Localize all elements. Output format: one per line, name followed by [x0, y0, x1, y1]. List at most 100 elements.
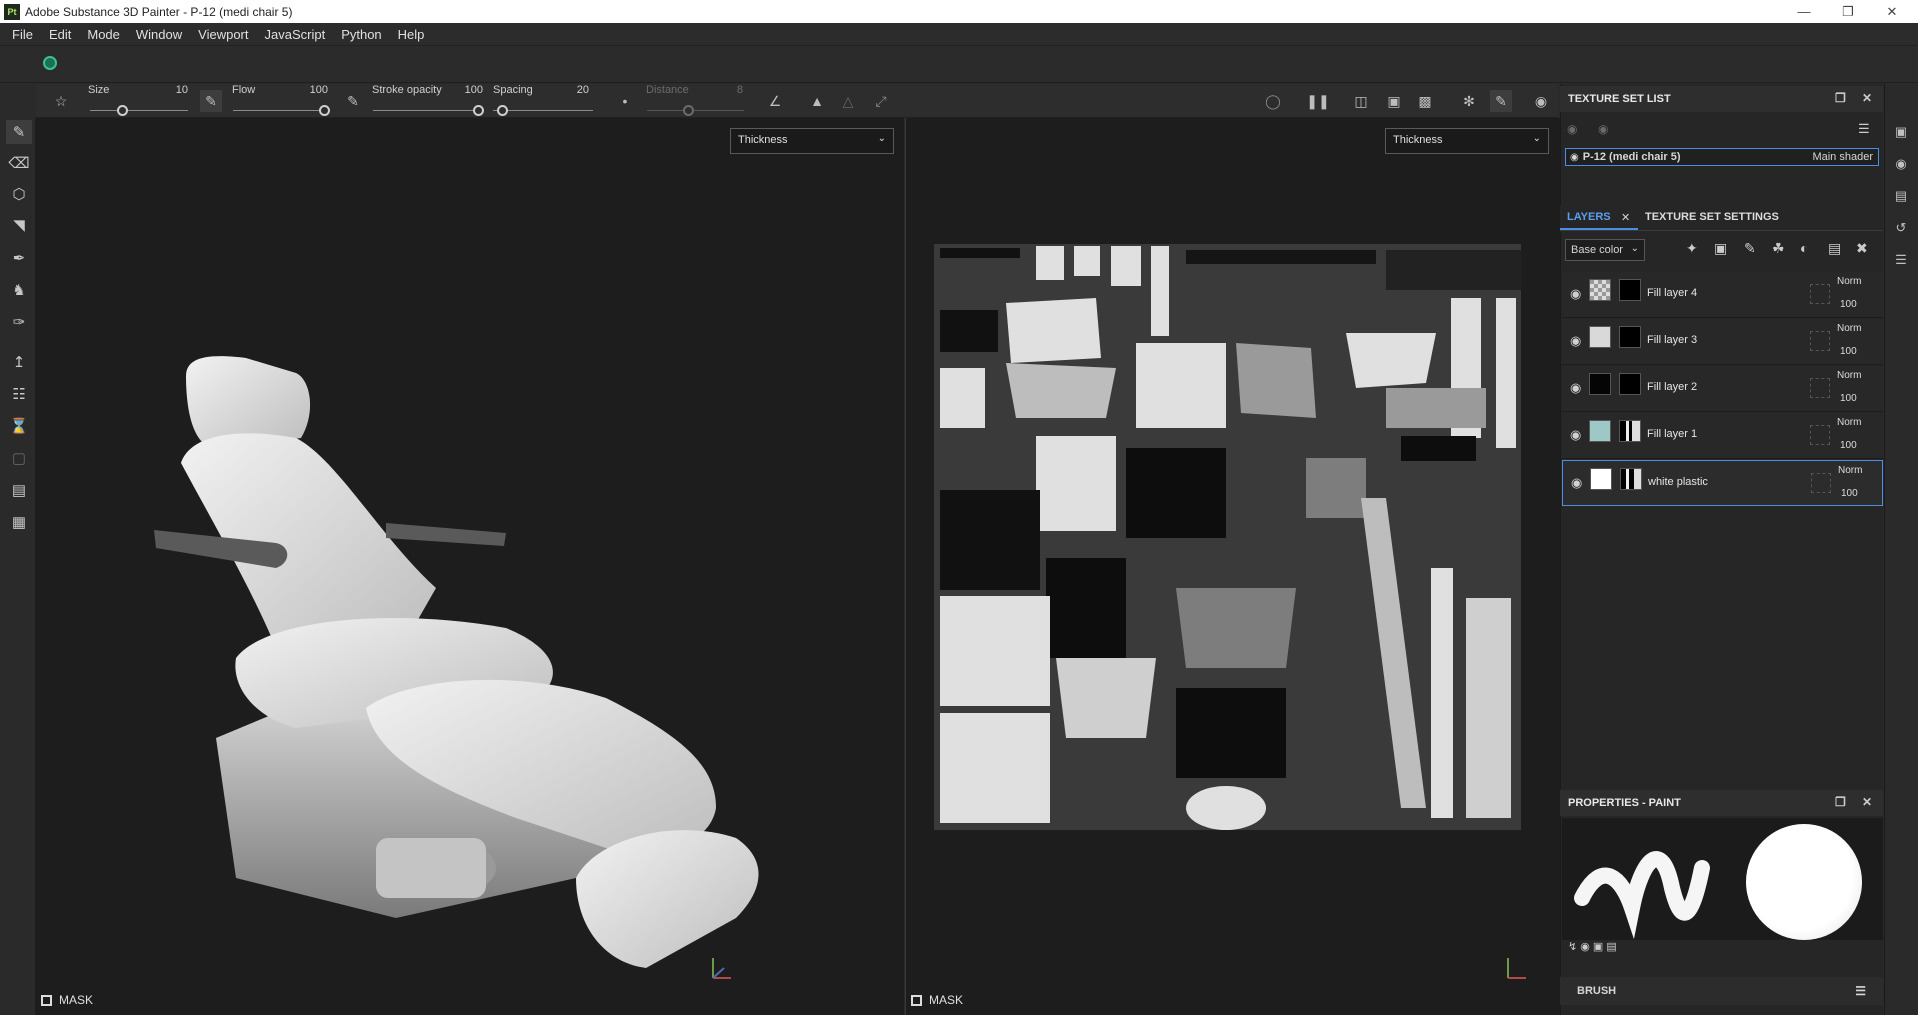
layer-row[interactable]: ◉ Fill layer 2 Norm 100 [1562, 366, 1883, 412]
brush-param-icon[interactable]: ↯ ◉ ▣ ▤ [1568, 940, 1617, 953]
flow-slider-handle[interactable] [319, 105, 330, 116]
tab-texture-set-settings[interactable]: TEXTURE SET SETTINGS [1645, 211, 1779, 223]
display-mode-icon[interactable]: ▣ [1383, 90, 1405, 112]
export-icon[interactable]: ↥ [6, 350, 32, 374]
undock-icon[interactable]: ❐ [1835, 795, 1846, 809]
screenshot-tool-icon[interactable]: ▤ [6, 478, 32, 502]
brush-menu-icon[interactable]: ☰ [1855, 984, 1866, 998]
menu-edit[interactable]: Edit [41, 27, 79, 42]
visibility-eye-icon[interactable]: ◉ [1571, 475, 1582, 491]
flow-value[interactable]: 100 [298, 84, 328, 96]
blend-mode[interactable]: Norm [1837, 323, 1861, 334]
log-icon[interactable]: ☰ [1890, 249, 1912, 271]
spacing-slider[interactable] [493, 110, 593, 111]
add-effect-icon[interactable]: ✦ [1686, 240, 1698, 257]
minimize-button[interactable]: — [1784, 0, 1824, 23]
menu-help[interactable]: Help [390, 27, 433, 42]
layer-row[interactable]: ◉ Fill layer 3 Norm 100 [1562, 319, 1883, 365]
stroke-opacity-slider-handle[interactable] [473, 105, 484, 116]
eraser-tool-icon[interactable]: ⌫ [6, 151, 32, 175]
visibility-eye-icon[interactable]: ◉ [1570, 380, 1581, 396]
pen-pressure-flow-icon[interactable]: ✎ [342, 90, 364, 112]
visibility-eye-icon[interactable]: ◉ [1570, 286, 1581, 302]
layer-row[interactable]: ◉ Fill layer 1 Norm 100 [1562, 413, 1883, 459]
stroke-opacity-slider[interactable] [373, 110, 483, 111]
history-icon[interactable]: ↺ [1890, 217, 1912, 239]
visibility-eye-icon[interactable]: ◉ [1570, 427, 1581, 443]
light-icon[interactable]: ✻ [1458, 90, 1480, 112]
line-tool-icon[interactable]: ∠ [764, 90, 786, 112]
mask-checkbox-2d[interactable] [911, 994, 922, 1006]
layer-opacity[interactable]: 100 [1840, 440, 1857, 451]
add-smart-material-icon[interactable]: ◐ [1800, 240, 1808, 256]
mask-toggle-3d[interactable]: MASK [41, 993, 93, 1007]
spacing-value[interactable]: 20 [559, 84, 589, 96]
undock-icon[interactable]: ❐ [1835, 91, 1846, 105]
smudge-tool-icon[interactable]: ✒ [6, 246, 32, 270]
shader-settings-icon[interactable]: ◉ [1890, 153, 1912, 175]
menu-python[interactable]: Python [333, 27, 389, 42]
layer-opacity[interactable]: 100 [1840, 346, 1857, 357]
pause-icon[interactable]: ❚❚ [1306, 90, 1329, 112]
stroke-opacity-value[interactable]: 100 [453, 84, 483, 96]
pen-pressure-size-icon[interactable]: ✎ [200, 90, 222, 112]
size-slider-handle[interactable] [117, 105, 128, 116]
symmetry-toggle-icon[interactable]: △ [837, 90, 859, 112]
restore-button[interactable]: ❐ [1828, 0, 1868, 23]
flow-slider[interactable] [233, 110, 325, 111]
hide-all-icon[interactable]: ◉ [1567, 122, 1577, 136]
uv-tool-icon[interactable]: ▦ [6, 510, 32, 534]
panel-close-icon[interactable]: ✕ [1862, 795, 1872, 809]
split-view-icon[interactable]: ◫ [1350, 90, 1372, 112]
texture-set-shader[interactable]: Main shader [1812, 151, 1873, 163]
menu-file[interactable]: File [4, 27, 41, 42]
assets-icon[interactable]: ▤ [1890, 185, 1912, 207]
spacing-slider-handle[interactable] [497, 105, 508, 116]
size-value[interactable]: 10 [158, 84, 188, 96]
visibility-eye-icon[interactable]: ◉ [1570, 152, 1579, 163]
sync-status-icon[interactable] [43, 56, 57, 70]
visibility-eye-icon[interactable]: ◉ [1570, 333, 1581, 349]
display-settings-icon[interactable]: ▣ [1890, 121, 1912, 143]
lazy-mouse-icon[interactable]: • [614, 90, 636, 112]
add-paint-layer-icon[interactable]: ✎ [1744, 240, 1756, 257]
transform-icon[interactable]: ⤢ [870, 90, 892, 112]
texture-set-item[interactable]: ◉ P-12 (medi chair 5) Main shader [1565, 148, 1879, 166]
menu-mode[interactable]: Mode [79, 27, 128, 42]
tab-layers[interactable]: LAYERS [1567, 211, 1611, 223]
size-slider[interactable] [90, 110, 188, 111]
screenshot-icon[interactable]: ◉ [1530, 90, 1552, 112]
viewport-2d[interactable]: Thickness ⌄ MASK [905, 118, 1560, 1015]
menu-viewport[interactable]: Viewport [190, 27, 256, 42]
mask-checkbox-3d[interactable] [41, 994, 52, 1006]
layer-opacity[interactable]: 100 [1841, 488, 1858, 499]
brush-preset-icon[interactable]: ☆ [50, 90, 72, 112]
color-picker-icon[interactable]: ✑ [6, 310, 32, 334]
layer-opacity[interactable]: 100 [1840, 299, 1857, 310]
viewport-3d[interactable]: Thickness ⌄ MASK [36, 118, 904, 1015]
add-folder-icon[interactable]: ▤ [1828, 240, 1841, 257]
texture-set-menu-icon[interactable]: ☰ [1858, 121, 1870, 137]
paint-mode-icon[interactable]: ✎ [1490, 90, 1512, 112]
delete-layer-icon[interactable]: ✖ [1856, 240, 1868, 257]
clone-tool-icon[interactable]: ♞ [6, 278, 32, 302]
bake-icon[interactable]: ☷ [6, 382, 32, 406]
menu-javascript[interactable]: JavaScript [256, 27, 333, 42]
polygon-fill-icon[interactable]: ◥ [6, 213, 32, 237]
blend-mode[interactable]: Norm [1837, 370, 1861, 381]
show-all-icon[interactable]: ◉ [1598, 122, 1608, 136]
panel-close-icon[interactable]: ✕ [1862, 91, 1872, 105]
mask-toggle-2d[interactable]: MASK [911, 993, 963, 1007]
layer-opacity[interactable]: 100 [1840, 393, 1857, 404]
layer-row[interactable]: ◉ Fill layer 4 Norm 100 [1562, 272, 1883, 318]
blend-mode[interactable]: Norm [1837, 276, 1861, 287]
add-mask-icon[interactable]: ▣ [1714, 240, 1727, 257]
menu-window[interactable]: Window [128, 27, 190, 42]
symmetry-icon[interactable]: ▲ [806, 90, 828, 112]
paint-tool-icon[interactable]: ✎ [6, 120, 32, 144]
hide-ui-icon[interactable]: ◯ [1262, 90, 1284, 112]
blend-mode[interactable]: Norm [1838, 465, 1862, 476]
channel-select-2d[interactable]: Thickness ⌄ [1385, 128, 1549, 154]
brush-section-header[interactable]: BRUSH ☰ [1560, 977, 1883, 1005]
projection-tool-icon[interactable]: ⬡ [6, 182, 32, 206]
